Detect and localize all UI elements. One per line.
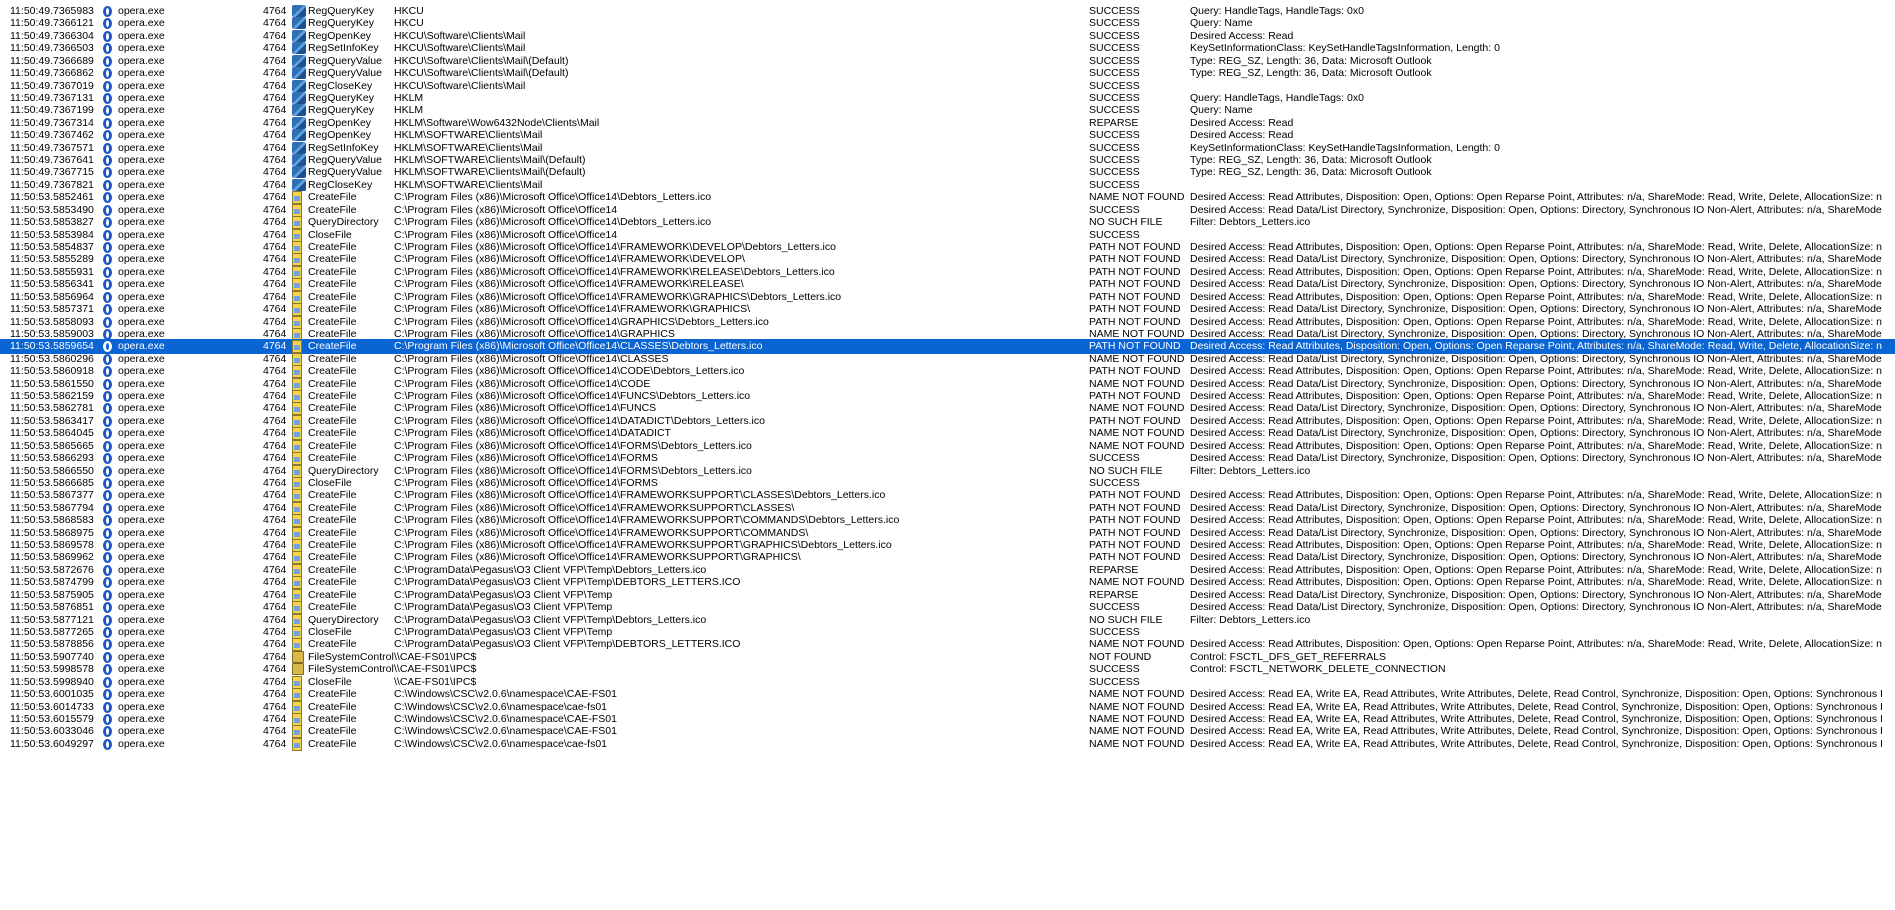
process-name-cell: opera.exe	[118, 737, 165, 750]
pid-cell: 4764	[263, 737, 287, 750]
opera-process-icon	[103, 737, 117, 752]
event-log-list[interactable]: 11:50:49.7365983 opera.exe 4764 RegQueryKey…	[0, 0, 1895, 910]
detail-cell: Desired Access: Read EA, Write EA, Read …	[1190, 737, 1883, 750]
operation-cell: CreateFile	[308, 737, 357, 750]
result-cell: NAME NOT FOUND	[1089, 737, 1185, 750]
path-cell: C:\Windows\CSC\v2.0.6\namespace\cae-fs01	[394, 737, 608, 750]
time-of-day-cell: 11:50:53.6049297	[10, 737, 94, 750]
event-row[interactable]: 11:50:53.6049297 opera.exe 4764 CreateFile C…	[0, 737, 1895, 752]
